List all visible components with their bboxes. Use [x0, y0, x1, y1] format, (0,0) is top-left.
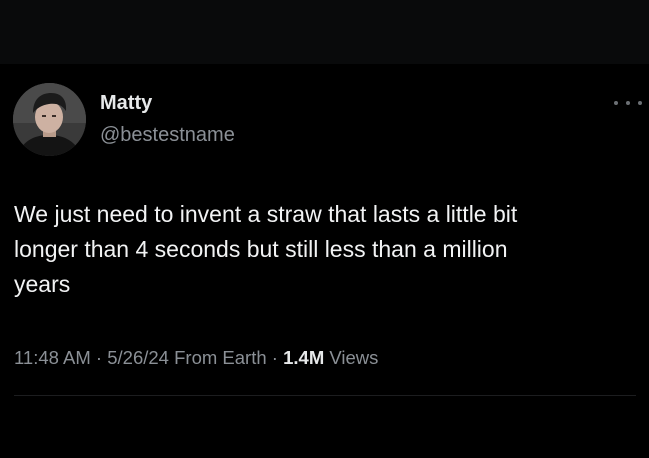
tweet-line: longer than 4 seconds but still less tha…	[14, 236, 508, 262]
tweet-time[interactable]: 11:48 AM	[14, 347, 91, 368]
avatar-photo	[13, 83, 86, 156]
views-label: Views	[324, 347, 379, 368]
tweet-metadata: 11:48 AM · 5/26/24 From Earth · 1.4M Vie…	[14, 347, 378, 369]
author-display-name[interactable]: Matty	[100, 92, 152, 115]
avatar[interactable]	[13, 83, 86, 156]
more-horizontal-icon[interactable]	[614, 96, 642, 110]
tweet-date[interactable]: 5/26/24	[107, 347, 169, 368]
separator: ·	[266, 347, 284, 368]
divider	[14, 395, 636, 396]
dot	[614, 101, 618, 105]
tweet-text: We just need to invent a straw that last…	[14, 197, 634, 302]
tweet-line: We just need to invent a straw that last…	[14, 201, 518, 227]
author-handle[interactable]: @bestestname	[100, 124, 235, 147]
dot	[626, 101, 630, 105]
top-bar	[0, 0, 649, 64]
separator: ·	[90, 347, 108, 368]
dot	[638, 101, 642, 105]
views-count[interactable]: 1.4M	[283, 347, 324, 368]
tweet-source: From Earth	[168, 347, 267, 368]
tweet-line: years	[14, 271, 71, 297]
